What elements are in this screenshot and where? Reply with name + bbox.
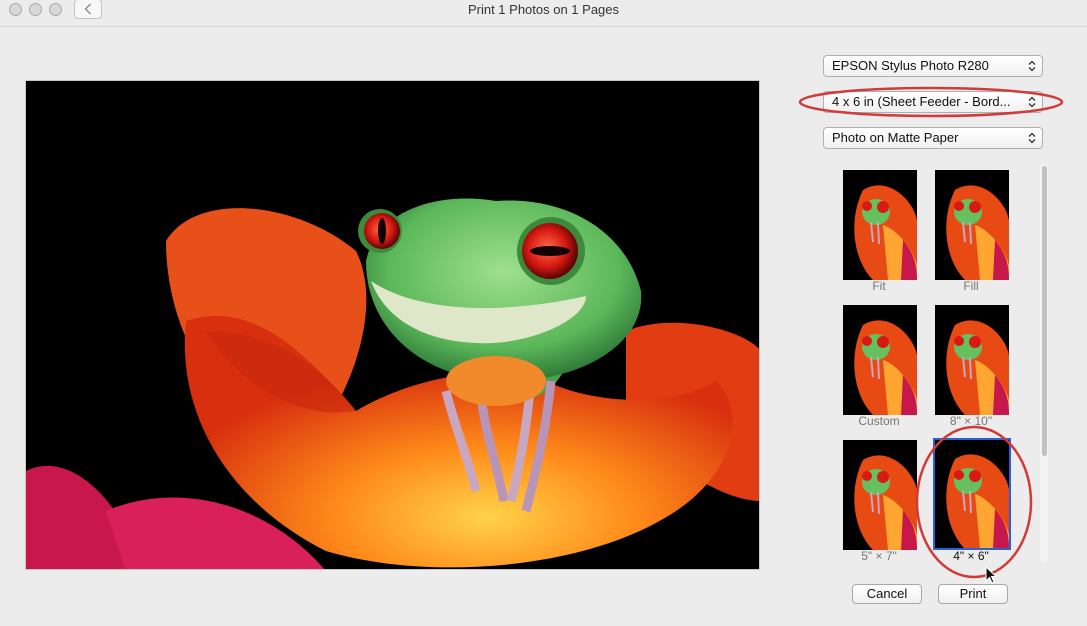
thumbnail-scrollbar-thumb[interactable] bbox=[1042, 166, 1047, 456]
title-bar: Print 1 Photos on 1 Pages bbox=[0, 0, 1087, 27]
layout-thumbnail-4x6[interactable] bbox=[933, 438, 1011, 550]
updown-arrows-icon bbox=[1028, 132, 1036, 144]
layout-label-8x10: 8" × 10" bbox=[949, 414, 993, 428]
layout-thumbnail-grid: Fit Fill Custom 8" × 10" 5" × 7" 4" × 6" bbox=[820, 160, 1050, 562]
frog-thumbnail-image bbox=[843, 440, 917, 550]
paper-size-popup[interactable]: 4 x 6 in (Sheet Feeder - Bord... bbox=[823, 91, 1043, 113]
layout-label-4x6: 4" × 6" bbox=[953, 549, 989, 562]
frog-thumbnail-image bbox=[935, 170, 1009, 280]
paper-type-popup-value: Photo on Matte Paper bbox=[832, 130, 959, 145]
layout-label-custom: Custom bbox=[858, 414, 900, 428]
layout-thumbnail-custom[interactable] bbox=[843, 305, 917, 415]
print-button[interactable]: Print bbox=[938, 584, 1008, 604]
photo-preview bbox=[25, 80, 760, 570]
paper-size-popup-value: 4 x 6 in (Sheet Feeder - Bord... bbox=[832, 94, 1011, 109]
window-title: Print 1 Photos on 1 Pages bbox=[467, 2, 620, 17]
frog-thumbnail-image bbox=[843, 305, 917, 415]
updown-arrows-icon bbox=[1028, 60, 1036, 72]
layout-thumbnail-fill[interactable] bbox=[935, 170, 1009, 280]
frog-thumbnail-image bbox=[935, 305, 1009, 415]
cancel-button[interactable]: Cancel bbox=[852, 584, 922, 604]
frog-thumbnail-image bbox=[843, 170, 917, 280]
frog-photo bbox=[26, 81, 759, 569]
printer-popup-value: EPSON Stylus Photo R280 bbox=[832, 58, 989, 73]
layout-label-fill: Fill bbox=[963, 279, 979, 293]
layout-thumbnail-fit[interactable] bbox=[843, 170, 917, 280]
updown-arrows-icon bbox=[1028, 96, 1036, 108]
layout-thumbnail-5x7[interactable] bbox=[843, 440, 917, 550]
printer-popup[interactable]: EPSON Stylus Photo R280 bbox=[823, 55, 1043, 77]
mouse-cursor-icon bbox=[985, 566, 998, 584]
frog-thumbnail-image bbox=[935, 440, 1009, 548]
layout-label-fit: Fit bbox=[872, 279, 886, 293]
layout-label-5x7: 5" × 7" bbox=[861, 549, 897, 562]
paper-type-popup[interactable]: Photo on Matte Paper bbox=[823, 127, 1043, 149]
layout-thumbnail-8x10[interactable] bbox=[935, 305, 1009, 415]
